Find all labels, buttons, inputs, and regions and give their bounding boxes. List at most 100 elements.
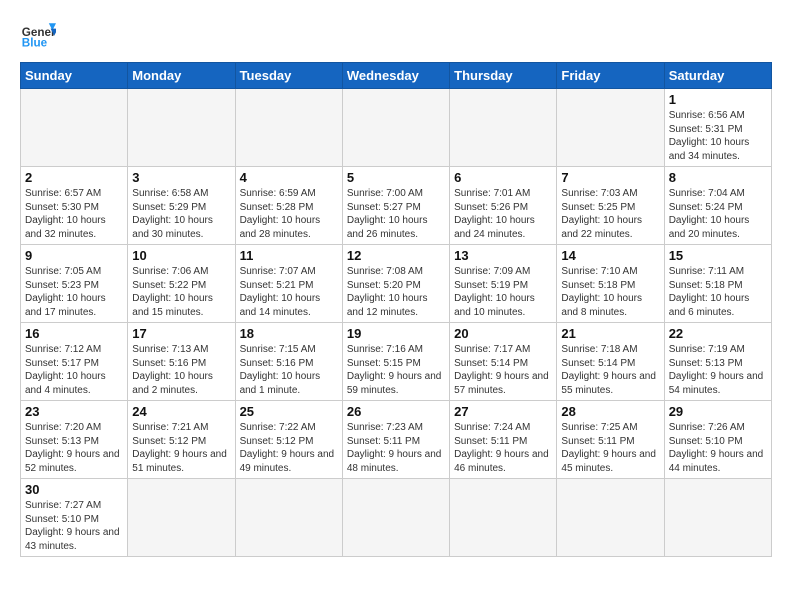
day-info: Sunrise: 7:08 AM Sunset: 5:20 PM Dayligh… xyxy=(347,265,445,319)
calendar-cell: 27 Sunrise: 7:24 AM Sunset: 5:11 PM Dayli… xyxy=(450,401,557,479)
day-info: Sunrise: 7:27 AM Sunset: 5:10 PM Dayligh… xyxy=(25,499,123,553)
day-number: 19 xyxy=(347,326,445,341)
day-number: 4 xyxy=(240,170,338,185)
day-info: Sunrise: 7:20 AM Sunset: 5:13 PM Dayligh… xyxy=(25,421,123,475)
day-number: 30 xyxy=(25,482,123,497)
calendar-cell: 12 Sunrise: 7:08 AM Sunset: 5:20 PM Dayli… xyxy=(342,245,449,323)
day-number: 1 xyxy=(669,92,767,107)
day-header-saturday: Saturday xyxy=(664,63,771,89)
calendar-cell: 22 Sunrise: 7:19 AM Sunset: 5:13 PM Dayli… xyxy=(664,323,771,401)
day-info: Sunrise: 7:10 AM Sunset: 5:18 PM Dayligh… xyxy=(561,265,659,319)
day-number: 9 xyxy=(25,248,123,263)
day-number: 28 xyxy=(561,404,659,419)
calendar-cell: 23 Sunrise: 7:20 AM Sunset: 5:13 PM Dayli… xyxy=(21,401,128,479)
logo-icon: General Blue xyxy=(20,16,56,52)
week-row-3: 16Sunrise: 7:12 AM Sunset: 5:17 PM Dayli… xyxy=(21,323,772,401)
day-number: 17 xyxy=(132,326,230,341)
day-number: 22 xyxy=(669,326,767,341)
week-row-4: 23 Sunrise: 7:20 AM Sunset: 5:13 PM Dayli… xyxy=(21,401,772,479)
day-header-friday: Friday xyxy=(557,63,664,89)
day-info: Sunrise: 6:57 AM Sunset: 5:30 PM Dayligh… xyxy=(25,187,123,241)
calendar-cell: 13 Sunrise: 7:09 AM Sunset: 5:19 PM Dayli… xyxy=(450,245,557,323)
day-info: Sunrise: 7:21 AM Sunset: 5:12 PM Dayligh… xyxy=(132,421,230,475)
calendar-cell xyxy=(342,479,449,557)
day-number: 26 xyxy=(347,404,445,419)
calendar-cell xyxy=(557,479,664,557)
calendar-cell xyxy=(342,89,449,167)
calendar-cell xyxy=(128,479,235,557)
day-number: 15 xyxy=(669,248,767,263)
day-info: Sunrise: 7:23 AM Sunset: 5:11 PM Dayligh… xyxy=(347,421,445,475)
day-number: 12 xyxy=(347,248,445,263)
day-number: 20 xyxy=(454,326,552,341)
day-info: Sunrise: 7:04 AM Sunset: 5:24 PM Dayligh… xyxy=(669,187,767,241)
day-number: 23 xyxy=(25,404,123,419)
calendar-cell: 20Sunrise: 7:17 AM Sunset: 5:14 PM Dayli… xyxy=(450,323,557,401)
calendar-cell: 4 Sunrise: 6:59 AM Sunset: 5:28 PM Daylig… xyxy=(235,167,342,245)
day-info: Sunrise: 7:24 AM Sunset: 5:11 PM Dayligh… xyxy=(454,421,552,475)
day-number: 10 xyxy=(132,248,230,263)
calendar-cell: 19Sunrise: 7:16 AM Sunset: 5:15 PM Dayli… xyxy=(342,323,449,401)
calendar-cell xyxy=(235,89,342,167)
page: General Blue SundayMondayTuesdayWednesda… xyxy=(0,0,792,567)
header: General Blue xyxy=(20,16,772,52)
calendar-cell: 1 Sunrise: 6:56 AM Sunset: 5:31 PM Daylig… xyxy=(664,89,771,167)
day-header-thursday: Thursday xyxy=(450,63,557,89)
calendar-cell: 3 Sunrise: 6:58 AM Sunset: 5:29 PM Daylig… xyxy=(128,167,235,245)
day-info: Sunrise: 7:00 AM Sunset: 5:27 PM Dayligh… xyxy=(347,187,445,241)
calendar-cell: 6Sunrise: 7:01 AM Sunset: 5:26 PM Daylig… xyxy=(450,167,557,245)
calendar-cell: 30 Sunrise: 7:27 AM Sunset: 5:10 PM Dayli… xyxy=(21,479,128,557)
day-header-sunday: Sunday xyxy=(21,63,128,89)
day-info: Sunrise: 6:58 AM Sunset: 5:29 PM Dayligh… xyxy=(132,187,230,241)
calendar-cell xyxy=(21,89,128,167)
calendar-cell: 16Sunrise: 7:12 AM Sunset: 5:17 PM Dayli… xyxy=(21,323,128,401)
day-header-monday: Monday xyxy=(128,63,235,89)
svg-text:Blue: Blue xyxy=(22,37,48,50)
day-info: Sunrise: 7:12 AM Sunset: 5:17 PM Dayligh… xyxy=(25,343,123,397)
calendar-cell: 28Sunrise: 7:25 AM Sunset: 5:11 PM Dayli… xyxy=(557,401,664,479)
calendar-cell: 29 Sunrise: 7:26 AM Sunset: 5:10 PM Dayli… xyxy=(664,401,771,479)
day-number: 13 xyxy=(454,248,552,263)
day-number: 27 xyxy=(454,404,552,419)
calendar-cell: 11Sunrise: 7:07 AM Sunset: 5:21 PM Dayli… xyxy=(235,245,342,323)
day-number: 2 xyxy=(25,170,123,185)
day-info: Sunrise: 7:19 AM Sunset: 5:13 PM Dayligh… xyxy=(669,343,767,397)
calendar-cell: 18Sunrise: 7:15 AM Sunset: 5:16 PM Dayli… xyxy=(235,323,342,401)
day-number: 11 xyxy=(240,248,338,263)
day-number: 3 xyxy=(132,170,230,185)
calendar-cell: 25Sunrise: 7:22 AM Sunset: 5:12 PM Dayli… xyxy=(235,401,342,479)
day-info: Sunrise: 7:06 AM Sunset: 5:22 PM Dayligh… xyxy=(132,265,230,319)
calendar-cell xyxy=(235,479,342,557)
day-number: 29 xyxy=(669,404,767,419)
calendar-cell xyxy=(450,479,557,557)
calendar-cell xyxy=(450,89,557,167)
day-number: 7 xyxy=(561,170,659,185)
day-info: Sunrise: 7:09 AM Sunset: 5:19 PM Dayligh… xyxy=(454,265,552,319)
calendar-cell: 17 Sunrise: 7:13 AM Sunset: 5:16 PM Dayli… xyxy=(128,323,235,401)
day-info: Sunrise: 7:05 AM Sunset: 5:23 PM Dayligh… xyxy=(25,265,123,319)
calendar-cell xyxy=(557,89,664,167)
week-row-2: 9 Sunrise: 7:05 AM Sunset: 5:23 PM Daylig… xyxy=(21,245,772,323)
calendar-cell: 9 Sunrise: 7:05 AM Sunset: 5:23 PM Daylig… xyxy=(21,245,128,323)
calendar-cell: 7Sunrise: 7:03 AM Sunset: 5:25 PM Daylig… xyxy=(557,167,664,245)
calendar-cell: 10 Sunrise: 7:06 AM Sunset: 5:22 PM Dayli… xyxy=(128,245,235,323)
day-header-tuesday: Tuesday xyxy=(235,63,342,89)
day-number: 25 xyxy=(240,404,338,419)
week-row-5: 30 Sunrise: 7:27 AM Sunset: 5:10 PM Dayli… xyxy=(21,479,772,557)
calendar-cell: 21 Sunrise: 7:18 AM Sunset: 5:14 PM Dayli… xyxy=(557,323,664,401)
day-info: Sunrise: 7:26 AM Sunset: 5:10 PM Dayligh… xyxy=(669,421,767,475)
week-row-0: 1 Sunrise: 6:56 AM Sunset: 5:31 PM Daylig… xyxy=(21,89,772,167)
calendar-cell: 15Sunrise: 7:11 AM Sunset: 5:18 PM Dayli… xyxy=(664,245,771,323)
day-info: Sunrise: 6:59 AM Sunset: 5:28 PM Dayligh… xyxy=(240,187,338,241)
day-info: Sunrise: 6:56 AM Sunset: 5:31 PM Dayligh… xyxy=(669,109,767,163)
day-number: 14 xyxy=(561,248,659,263)
day-number: 21 xyxy=(561,326,659,341)
day-info: Sunrise: 7:18 AM Sunset: 5:14 PM Dayligh… xyxy=(561,343,659,397)
day-info: Sunrise: 7:13 AM Sunset: 5:16 PM Dayligh… xyxy=(132,343,230,397)
day-header-wednesday: Wednesday xyxy=(342,63,449,89)
calendar-cell: 26 Sunrise: 7:23 AM Sunset: 5:11 PM Dayli… xyxy=(342,401,449,479)
day-info: Sunrise: 7:15 AM Sunset: 5:16 PM Dayligh… xyxy=(240,343,338,397)
calendar-cell xyxy=(128,89,235,167)
day-info: Sunrise: 7:01 AM Sunset: 5:26 PM Dayligh… xyxy=(454,187,552,241)
calendar: SundayMondayTuesdayWednesdayThursdayFrid… xyxy=(20,62,772,557)
